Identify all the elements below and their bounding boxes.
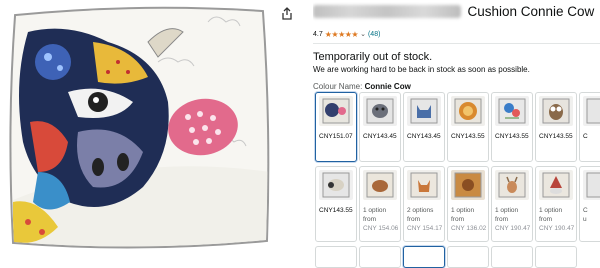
swatch-from-price: CNY 190.47: [539, 225, 575, 232]
swatch-row3-1[interactable]: [315, 246, 357, 268]
swatch-stag[interactable]: 1 option from CNY 190.47: [491, 166, 533, 242]
swatch-bird-flowers[interactable]: CNY143.55: [491, 92, 533, 162]
swatch-partial[interactable]: C: [579, 92, 600, 162]
stock-subline: We are working hard to be back in stock …: [313, 65, 530, 74]
product-image-area[interactable]: [0, 0, 276, 255]
swatch-from-price: CNY 190.47: [495, 225, 531, 232]
swatch-lion-orange[interactable]: CNY143.55: [447, 92, 489, 162]
swatch-from-label: from: [495, 216, 508, 223]
swatch-thumb-connie-cow: [319, 96, 353, 126]
colour-selected-value: Connie Cow: [364, 82, 411, 91]
swatch-thumb-hedgehog: [363, 170, 397, 200]
swatch-price: CNY143.55: [319, 207, 353, 214]
swatch-hedgehog[interactable]: 1 option from CNY 154.06: [359, 166, 401, 242]
swatch-row3-2[interactable]: [359, 246, 401, 268]
swatch-price: CNY143.55: [451, 133, 485, 140]
swatch-cat-blue[interactable]: CNY143.45: [403, 92, 445, 162]
swatch-dog-patchwork[interactable]: CNY143.45: [359, 92, 401, 162]
product-title-text[interactable]: Cushion Connie Cow: [467, 2, 594, 21]
swatch-price: C: [583, 133, 588, 140]
swatch-from-label: from: [539, 216, 552, 223]
swatch-row3-3[interactable]: [403, 246, 445, 268]
swatch-price: CNY143.45: [407, 133, 441, 140]
swatch-thumb-lion: [451, 96, 485, 126]
swatch-thumb-partial: [583, 96, 600, 126]
colour-selector-label: Colour Name: Connie Cow: [313, 82, 411, 91]
product-title[interactable]: Cushion Connie Cow: [313, 2, 600, 22]
swatch-price: CNY143.55: [539, 133, 573, 140]
swatch-from-label: from: [451, 216, 464, 223]
swatch-option-count: 2 options: [407, 207, 434, 214]
swatch-row3-6[interactable]: [535, 246, 577, 268]
product-image[interactable]: [8, 2, 270, 250]
swatch-thumb-gnome: [539, 170, 573, 200]
swatch-thumb-bird: [495, 96, 529, 126]
swatch-partial-2[interactable]: C u: [579, 166, 600, 242]
swatch-thumb-sheep: [319, 170, 353, 200]
rating-row[interactable]: 4.7 ★★★★★ ⌄ (48): [313, 28, 380, 40]
chevron-down-icon[interactable]: ⌄: [360, 30, 366, 38]
swatch-thumb-cat: [407, 96, 441, 126]
swatch-thumb-dog: [363, 96, 397, 126]
swatch-price: CNY143.45: [363, 133, 397, 140]
swatch-from-label: from: [363, 216, 376, 223]
swatch-row3-5[interactable]: [491, 246, 533, 268]
stock-headline: Temporarily out of stock.: [313, 51, 433, 63]
swatch-row3-4[interactable]: [447, 246, 489, 268]
swatch-sheep-patchwork[interactable]: CNY143.55: [315, 166, 357, 242]
swatch-option-count: 1 option: [539, 207, 563, 214]
swatch-thumb-highland-cow: [451, 170, 485, 200]
swatch-price: CNY143.55: [495, 133, 529, 140]
swatch-from-label: u: [583, 216, 587, 223]
rating-count-link[interactable]: (48): [368, 31, 380, 38]
swatch-thumb-owl: [539, 96, 573, 126]
swatch-owl-patchwork[interactable]: CNY143.55: [535, 92, 577, 162]
rating-value: 4.7: [313, 30, 323, 38]
swatch-thumb-stag: [495, 170, 529, 200]
blurred-title-prefix: [313, 5, 461, 18]
swatch-from-label: from: [407, 216, 420, 223]
swatch-highland-cow[interactable]: 1 option from CNY 136.02: [447, 166, 489, 242]
swatch-connie-cow[interactable]: CNY151.07: [315, 92, 357, 162]
swatch-fox-kitten[interactable]: 2 options from CNY 154.17: [403, 166, 445, 242]
colour-label: Colour Name:: [313, 82, 363, 91]
product-info-panel: Cushion Connie Cow 4.7 ★★★★★ ⌄ (48) Temp…: [313, 0, 600, 268]
swatch-from-price: CNY 154.06: [363, 225, 399, 232]
star-rating-icon[interactable]: ★★★★★: [325, 30, 359, 39]
divider: [313, 43, 600, 44]
swatch-gnome[interactable]: 1 option from CNY 190.47: [535, 166, 577, 242]
swatch-thumb-fox: [407, 170, 441, 200]
swatch-option-count: 1 option: [451, 207, 475, 214]
swatch-price: CNY151.07: [319, 133, 353, 140]
share-icon[interactable]: [281, 7, 293, 20]
swatch-option-count: 1 option: [363, 207, 387, 214]
swatch-thumb-partial: [583, 170, 600, 200]
swatch-option-count: 1 option: [495, 207, 519, 214]
swatch-from-price: CNY 136.02: [451, 225, 487, 232]
swatch-option-count: C: [583, 207, 588, 214]
swatch-from-price: CNY 154.17: [407, 225, 443, 232]
